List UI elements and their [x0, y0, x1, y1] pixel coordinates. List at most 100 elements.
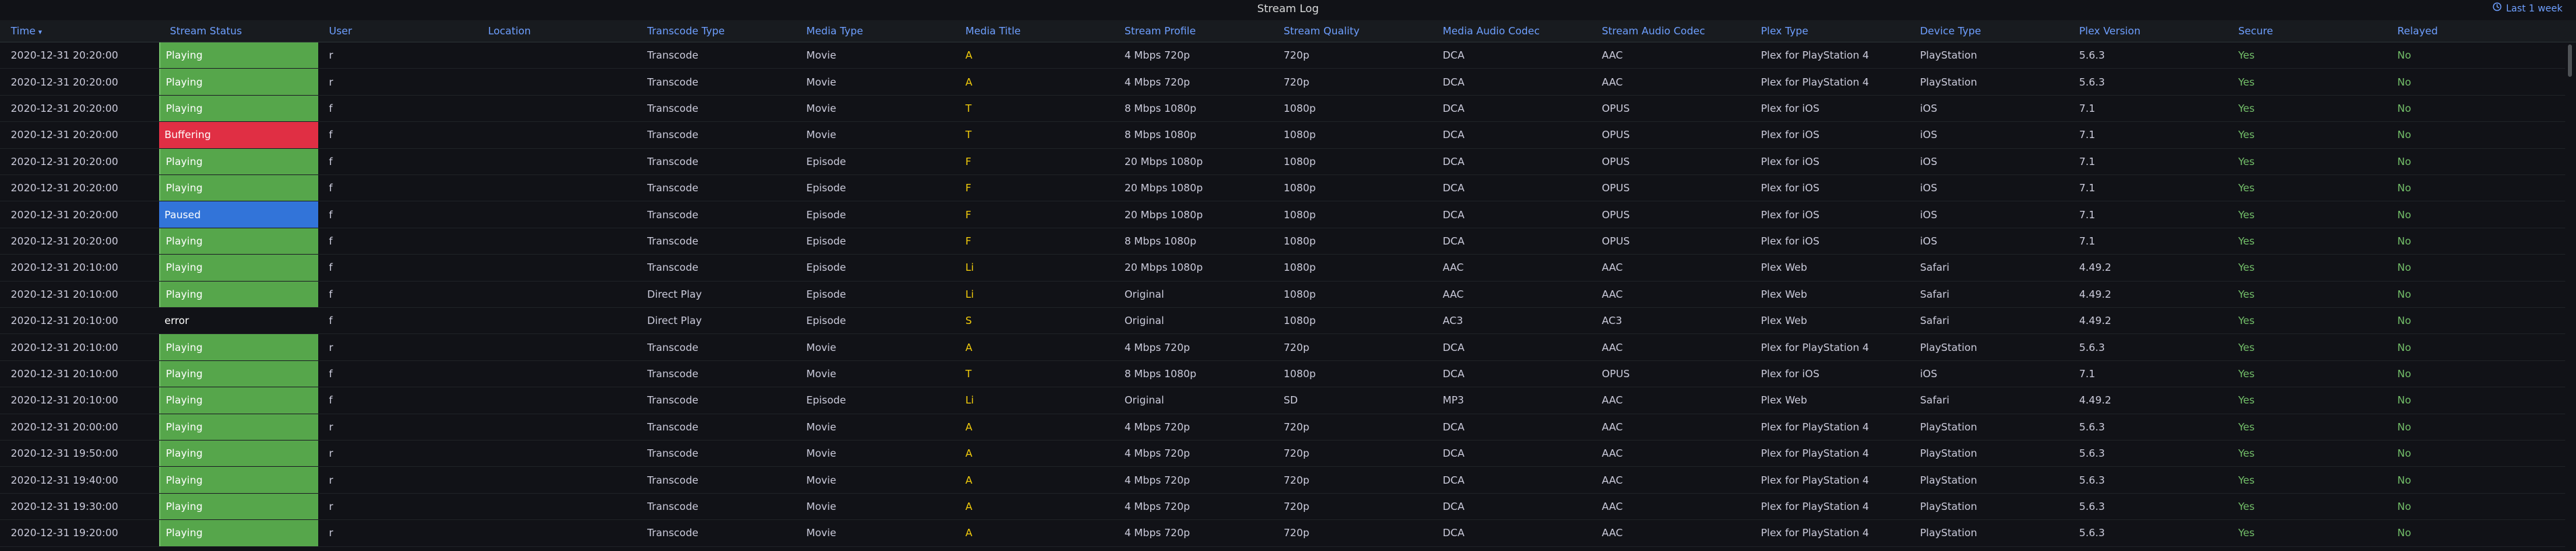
cell-stream-audio: OPUS [1602, 182, 1630, 195]
cell-version: 5.6.3 [2079, 447, 2105, 460]
column-header-label: Transcode Type [647, 25, 725, 37]
status-badge: error [164, 315, 189, 327]
cell-media-audio: DCA [1443, 367, 1465, 380]
table-row[interactable]: 2020-12-31 19:50:00 Playing r Transcode Movi… [0, 441, 2565, 467]
column-header-location[interactable]: Location [477, 20, 636, 42]
cell-secure: Yes [2238, 49, 2255, 62]
cell-location [477, 149, 636, 174]
cell-time: 2020-12-31 20:20:00 [11, 155, 119, 168]
table-row[interactable]: 2020-12-31 19:20:00 Playing r Transcode Movi… [0, 520, 2565, 547]
cell-secure: Yes [2238, 420, 2255, 433]
table-row[interactable]: 2020-12-31 20:20:00 Playing f Transcode Epis… [0, 175, 2565, 202]
cell-quality: SD [1284, 394, 1298, 407]
table-row[interactable]: 2020-12-31 20:20:00 Playing r Transcode Movi… [0, 69, 2565, 96]
cell-transcode: Transcode [647, 420, 698, 433]
cell-relayed: No [2397, 75, 2412, 88]
table-header-row: Time ▾ Stream Status User Location Transcode … [0, 20, 2576, 42]
cell-media-type: Episode [806, 155, 846, 168]
cell-media-audio: AAC [1443, 261, 1464, 274]
column-header-secure[interactable]: Secure [2227, 20, 2387, 42]
cell-stream-audio: AAC [1602, 474, 1623, 486]
table-row[interactable]: 2020-12-31 20:20:00 Playing f Transcode Epis… [0, 228, 2565, 255]
cell-media-audio: DCA [1443, 234, 1465, 247]
cell-relayed: No [2397, 129, 2412, 141]
column-header-transcode[interactable]: Transcode Type [636, 20, 796, 42]
table-row[interactable]: 2020-12-31 19:40:00 Playing r Transcode Movi… [0, 467, 2565, 494]
cell-time: 2020-12-31 20:10:00 [11, 261, 119, 274]
table-row[interactable]: 2020-12-31 20:00:00 Playing r Transcode Movi… [0, 414, 2565, 441]
table-body[interactable]: 2020-12-31 20:20:00 Playing r Transcode Movi… [0, 42, 2576, 551]
table-row[interactable]: 2020-12-31 19:30:00 Playing r Transcode Movi… [0, 493, 2565, 521]
cell-quality: 1080p [1284, 367, 1316, 380]
cell-media-title: A [965, 341, 973, 354]
cell-plex-type: Plex Web [1761, 288, 1807, 300]
cell-media-type: Episode [806, 394, 846, 407]
column-header-user[interactable]: User [318, 20, 477, 42]
column-header-label: Stream Status [170, 25, 242, 37]
status-badge: Paused [159, 201, 318, 228]
time-range-picker[interactable]: Last 1 week [2492, 0, 2563, 18]
column-header-stream-audio[interactable]: Stream Audio Codec [1591, 20, 1750, 42]
column-header-time[interactable]: Time ▾ [0, 20, 159, 42]
column-header-version[interactable]: Plex Version [2068, 20, 2227, 42]
cell-media-audio: DCA [1443, 155, 1465, 168]
table-row[interactable]: 2020-12-31 20:20:00 Buffering f Transcode Mo… [0, 122, 2565, 149]
cell-secure: Yes [2238, 341, 2255, 354]
cell-plex-type: Plex for iOS [1761, 155, 1820, 168]
cell-profile: Original [1125, 315, 1164, 327]
cell-stream-audio: OPUS [1602, 102, 1630, 115]
status-badge: Playing [159, 441, 318, 467]
column-header-media-audio[interactable]: Media Audio Codec [1432, 20, 1591, 42]
column-header-quality[interactable]: Stream Quality [1273, 20, 1432, 42]
table-row[interactable]: 2020-12-31 20:10:00 error f Direct Play Epis… [0, 308, 2565, 335]
cell-media-title: A [965, 527, 973, 540]
cell-media-type: Movie [806, 102, 837, 115]
column-header-media-title[interactable]: Media Title [955, 20, 1114, 42]
cell-relayed: No [2397, 527, 2412, 540]
sort-desc-icon[interactable]: ▾ [38, 28, 42, 36]
cell-transcode: Transcode [647, 447, 698, 460]
cell-relayed: No [2397, 420, 2412, 433]
cell-media-type: Movie [806, 447, 837, 460]
status-badge: Playing [159, 387, 318, 414]
cell-plex-type: Plex for PlayStation 4 [1761, 500, 1869, 513]
status-badge: Playing [159, 334, 318, 360]
cell-profile: 8 Mbps 1080p [1125, 129, 1197, 141]
table-row[interactable]: 2020-12-31 20:10:00 Playing f Transcode Epis… [0, 255, 2565, 282]
cell-time: 2020-12-31 19:20:00 [11, 527, 119, 540]
column-header-label: Media Type [806, 25, 864, 37]
table-row[interactable]: 2020-12-31 20:10:00 Playing f Transcode Movi… [0, 360, 2565, 388]
column-header-plex-type[interactable]: Plex Type [1750, 20, 1909, 42]
column-header-media-type[interactable]: Media Type [796, 20, 955, 42]
cell-user: r [329, 420, 334, 433]
table-row[interactable]: 2020-12-31 20:20:00 Playing f Transcode Epis… [0, 148, 2565, 175]
cell-profile: Original [1125, 288, 1164, 300]
table-row[interactable]: 2020-12-31 20:10:00 Playing r Transcode Movi… [0, 334, 2565, 361]
column-header-status[interactable]: Stream Status [159, 20, 318, 42]
cell-plex-type: Plex for PlayStation 4 [1761, 341, 1869, 354]
table-row[interactable]: 2020-12-31 20:20:00 Paused f Transcode Episo… [0, 201, 2565, 228]
status-badge: Playing [159, 95, 318, 122]
column-header-profile[interactable]: Stream Profile [1114, 20, 1273, 42]
cell-quality: 1080p [1284, 208, 1316, 221]
cell-media-audio: DCA [1443, 420, 1465, 433]
cell-media-type: Movie [806, 474, 837, 486]
panel-title[interactable]: Stream Log [0, 0, 2576, 18]
cell-user: r [329, 500, 334, 513]
cell-quality: 1080p [1284, 155, 1316, 168]
table-row[interactable]: 2020-12-31 20:10:00 Playing f Transcode Epis… [0, 387, 2565, 414]
cell-stream-audio: AAC [1602, 527, 1623, 540]
cell-relayed: No [2397, 102, 2412, 115]
cell-profile: 4 Mbps 720p [1125, 447, 1191, 460]
column-header-relayed[interactable]: Relayed [2387, 20, 2565, 42]
cell-media-audio: DCA [1443, 208, 1465, 221]
cell-media-title: T [965, 102, 972, 115]
cell-media-audio: DCA [1443, 527, 1465, 540]
column-header-device[interactable]: Device Type [1909, 20, 2068, 42]
vertical-scrollbar[interactable] [2568, 44, 2572, 77]
cell-location [477, 282, 636, 307]
table-row[interactable]: 2020-12-31 20:20:00 Playing f Transcode Movi… [0, 95, 2565, 123]
table-row[interactable]: 2020-12-31 20:10:00 Playing f Direct Play Ep… [0, 281, 2565, 308]
cell-plex-type: Plex for PlayStation 4 [1761, 527, 1869, 540]
table-row[interactable]: 2020-12-31 20:20:00 Playing r Transcode Movi… [0, 42, 2565, 69]
